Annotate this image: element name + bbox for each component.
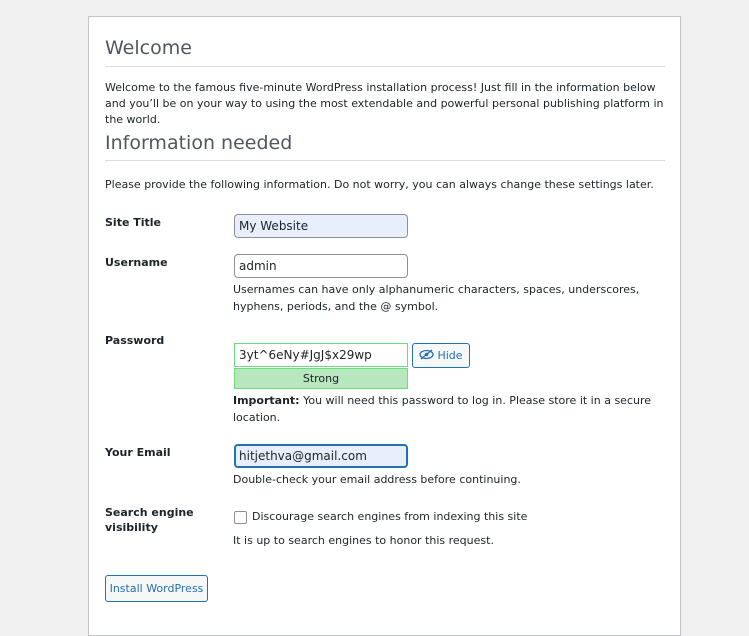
password-strength-meter: Strong [234,368,408,389]
search-visibility-label: Search engine visibility [105,506,194,534]
eye-slash-icon [419,348,435,363]
email-input[interactable]: hitjethva@gmail.com [234,444,408,468]
info-intro: Please provide the following information… [105,178,654,191]
site-title-input[interactable]: My Website [234,214,408,238]
welcome-heading: Welcome [105,37,665,67]
email-description: Double-check your email address before c… [233,473,521,486]
password-important-note: Important: You will need this password t… [233,392,653,426]
password-input[interactable]: 3yt^6eNy#JgJ$x29wp [234,343,408,367]
email-label: Your Email [105,446,171,459]
password-label: Password [105,334,165,347]
hide-password-button[interactable]: Hide [412,343,470,368]
important-prefix: Important: [233,394,300,407]
discourage-search-label[interactable]: Discourage search engines from indexing … [252,508,672,525]
info-heading: Information needed [105,132,665,161]
install-wordpress-button[interactable]: Install WordPress [105,575,208,602]
username-description: Usernames can have only alphanumeric cha… [233,283,640,313]
install-card: Welcome Welcome to the famous five-minut… [88,16,681,636]
welcome-intro: Welcome to the famous five-minute WordPr… [105,81,664,126]
username-input[interactable]: admin [234,254,408,278]
site-title-label: Site Title [105,216,162,229]
username-label: Username [105,256,168,269]
search-visibility-description: It is up to search engines to honor this… [233,534,494,547]
hide-password-label: Hide [437,349,463,362]
discourage-search-checkbox[interactable] [234,511,247,524]
